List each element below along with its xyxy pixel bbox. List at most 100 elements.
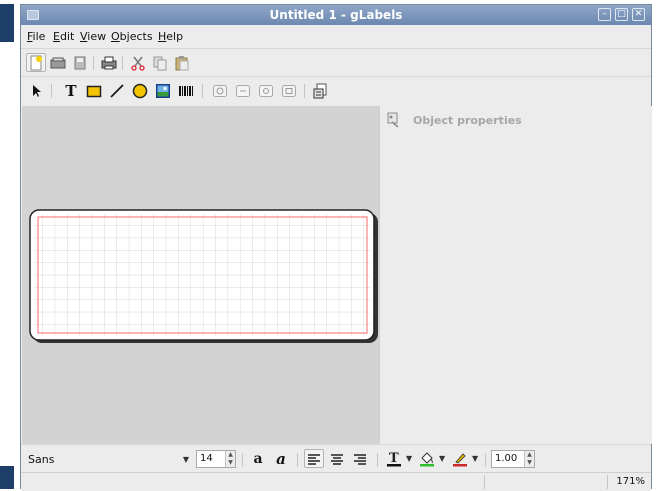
toolbar-separator xyxy=(304,84,305,98)
menu-bar: File Edit View Objects Help xyxy=(21,26,651,47)
cut-button[interactable] xyxy=(128,53,148,72)
line-color-dropdown-icon[interactable]: ▼ xyxy=(472,454,478,463)
zoom-level: 171% xyxy=(616,476,645,487)
box-icon xyxy=(86,85,102,97)
paste-button[interactable] xyxy=(172,53,192,72)
text-color-dropdown-icon[interactable]: ▼ xyxy=(406,454,412,463)
maximize-button[interactable]: □ xyxy=(615,8,628,21)
font-size-spinner[interactable]: 14 ▲ ▼ xyxy=(196,450,236,468)
open-button[interactable] xyxy=(48,53,68,72)
font-size-value: 14 xyxy=(200,453,213,464)
zoom-in-button[interactable] xyxy=(210,81,230,100)
zoom-fit-icon xyxy=(282,84,296,97)
align-right-icon xyxy=(354,453,366,465)
main-toolbar xyxy=(21,48,651,76)
menu-file[interactable]: File xyxy=(27,30,45,43)
new-button[interactable] xyxy=(26,53,46,72)
menu-edit[interactable]: Edit xyxy=(53,30,74,43)
label-preview[interactable] xyxy=(22,106,379,444)
bold-button[interactable]: a xyxy=(248,449,268,468)
title-bar[interactable]: Untitled 1 - gLabels – □ ✕ xyxy=(21,5,651,25)
properties-title: Object properties xyxy=(413,114,522,127)
save-button[interactable] xyxy=(70,53,90,72)
line-width-value: 1.00 xyxy=(495,453,518,464)
barcode-icon xyxy=(179,85,193,96)
status-bar: 171% xyxy=(21,472,651,491)
desktop-strip-bottom xyxy=(0,466,14,489)
text-tool-button[interactable]: T xyxy=(61,81,81,100)
properties-icon xyxy=(387,112,399,128)
label-canvas[interactable] xyxy=(22,106,379,444)
line-width-spinner[interactable]: 1.00 ▲ ▼ xyxy=(491,450,535,468)
zoom-1to1-icon xyxy=(259,84,273,97)
barcode-tool-button[interactable] xyxy=(176,81,196,100)
status-separator xyxy=(484,475,485,489)
copy-button[interactable] xyxy=(150,53,170,72)
line-tool-button[interactable] xyxy=(107,81,127,100)
zoom-out-icon xyxy=(236,84,250,97)
select-tool-button[interactable] xyxy=(26,81,46,100)
text-icon: T xyxy=(65,81,77,100)
toolbar-separator xyxy=(202,84,203,98)
arrow-icon xyxy=(33,84,41,97)
print-icon xyxy=(101,56,117,69)
open-icon xyxy=(50,57,66,68)
italic-button[interactable]: a xyxy=(271,449,291,468)
print-button[interactable] xyxy=(99,53,119,72)
bold-icon: a xyxy=(253,450,263,467)
line-icon xyxy=(110,83,124,98)
svg-text:T: T xyxy=(389,451,399,466)
merge-properties-button[interactable] xyxy=(311,81,331,100)
format-toolbar: Sans ▼ 14 ▲ ▼ a a T ▼ ▼ ▼ 1.00 ▲ ▼ xyxy=(21,444,651,473)
fill-color-button[interactable] xyxy=(417,449,437,468)
ellipse-icon xyxy=(132,83,148,98)
align-center-icon xyxy=(331,453,343,465)
toolbar-separator xyxy=(93,56,94,70)
desktop-strip-top xyxy=(0,4,14,42)
align-left-button[interactable] xyxy=(304,449,324,468)
menu-view[interactable]: View xyxy=(80,30,106,43)
window-title: Untitled 1 - gLabels xyxy=(269,8,403,22)
text-color-button[interactable]: T xyxy=(384,449,404,468)
line-pen-icon xyxy=(453,452,467,466)
ellipse-tool-button[interactable] xyxy=(130,81,150,100)
fill-color-dropdown-icon[interactable]: ▼ xyxy=(439,454,445,463)
zoom-1to1-button[interactable] xyxy=(256,81,276,100)
toolbar-separator xyxy=(242,453,243,467)
align-left-icon xyxy=(308,453,320,465)
toolbar-separator xyxy=(122,56,123,70)
italic-icon: a xyxy=(276,449,286,468)
line-color-button[interactable] xyxy=(450,449,470,468)
spin-arrows-icon[interactable]: ▲ ▼ xyxy=(524,451,534,467)
close-button[interactable]: ✕ xyxy=(632,8,645,21)
zoom-fit-button[interactable] xyxy=(279,81,299,100)
merge-icon xyxy=(313,83,327,98)
align-right-button[interactable] xyxy=(350,449,370,468)
menu-objects[interactable]: Objects xyxy=(111,30,153,43)
text-color-icon: T xyxy=(387,451,401,466)
paste-icon xyxy=(175,55,189,70)
align-center-button[interactable] xyxy=(327,449,347,468)
toolbar-separator xyxy=(297,453,298,467)
zoom-in-icon xyxy=(213,84,227,97)
copy-icon xyxy=(153,56,167,70)
toolbar-separator xyxy=(377,453,378,467)
spin-arrows-icon[interactable]: ▲ ▼ xyxy=(225,451,235,467)
minimize-button[interactable]: – xyxy=(598,8,611,21)
chevron-down-icon: ▼ xyxy=(182,455,189,464)
toolbar-separator xyxy=(51,84,52,98)
image-icon xyxy=(156,83,170,98)
toolbar-separator xyxy=(485,453,486,467)
menu-help[interactable]: Help xyxy=(158,30,183,43)
zoom-out-button[interactable] xyxy=(233,81,253,100)
properties-panel: Object properties xyxy=(379,106,652,444)
status-separator xyxy=(607,475,608,489)
font-family-select[interactable]: Sans ▼ xyxy=(25,450,191,468)
objects-toolbar: T xyxy=(21,76,651,106)
fill-bucket-icon xyxy=(420,451,434,466)
app-window: Untitled 1 - gLabels – □ ✕ File Edit Vie… xyxy=(20,4,652,491)
font-family-value: Sans xyxy=(28,453,55,466)
box-tool-button[interactable] xyxy=(84,81,104,100)
image-tool-button[interactable] xyxy=(153,81,173,100)
new-icon xyxy=(30,55,42,70)
